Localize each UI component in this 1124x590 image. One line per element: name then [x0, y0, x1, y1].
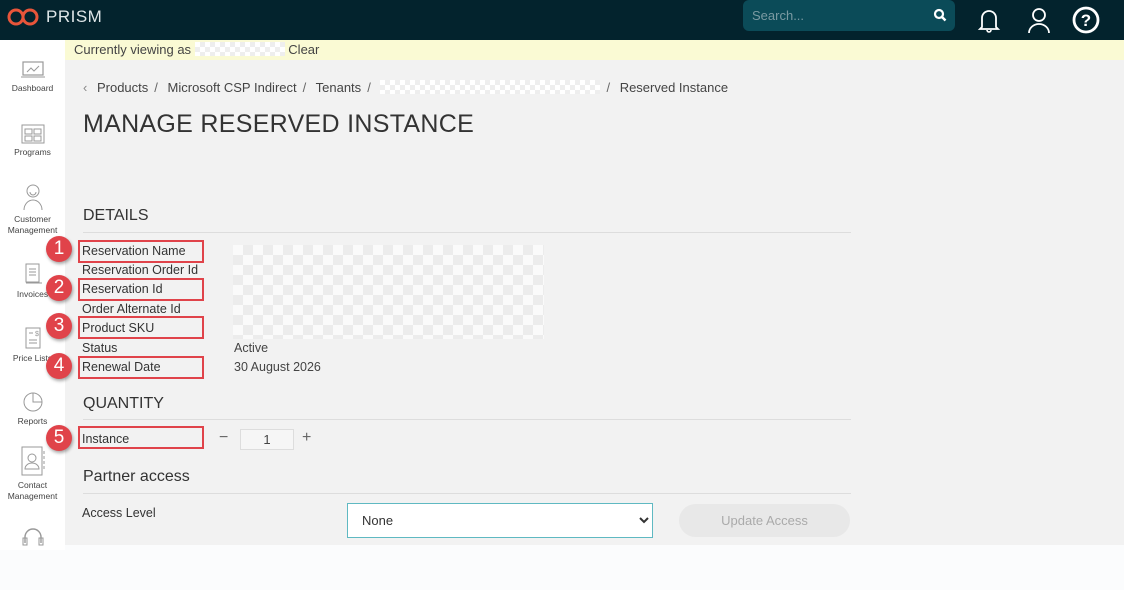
prism-logo[interactable]: PRISM	[6, 7, 102, 27]
divider	[83, 232, 851, 233]
divider	[83, 493, 851, 494]
access-level-select[interactable]: None	[347, 503, 653, 538]
svg-text:?: ?	[1081, 11, 1091, 30]
sidebar-item-support[interactable]	[0, 525, 65, 550]
label-status: Status	[82, 341, 118, 355]
label-order-alternate-id: Order Alternate Id	[82, 302, 181, 316]
breadcrumb-products[interactable]: Products	[97, 80, 148, 95]
quantity-heading: QUANTITY	[83, 395, 164, 412]
sidebar-item-reports[interactable]: Reports	[0, 391, 65, 427]
person-smile-icon	[23, 184, 42, 211]
sidebar-item-programs[interactable]: Programs	[0, 124, 65, 158]
annotation-marker-2: 2	[46, 275, 72, 301]
renewal-date-value: 30 August 2026	[234, 360, 321, 374]
breadcrumb: ‹ Products / Microsoft CSP Indirect / Tena…	[83, 80, 729, 95]
annotation-marker-1: 1	[46, 236, 72, 262]
breadcrumb-current: Reserved Instance	[619, 80, 729, 95]
annotation-marker-5: 5	[46, 425, 72, 451]
redacted-values	[233, 245, 544, 339]
breadcrumb-microsoft-csp[interactable]: Microsoft CSP Indirect	[168, 80, 297, 95]
bell-icon[interactable]	[977, 6, 1001, 34]
annotation-marker-4: 4	[46, 353, 72, 379]
page-title: MANAGE RESERVED INSTANCE	[83, 110, 475, 138]
contact-book-icon	[21, 446, 44, 476]
svg-text:$: $	[35, 331, 39, 338]
annotation-marker-3: 3	[46, 313, 72, 339]
price-list-icon: $	[25, 327, 40, 349]
help-icon[interactable]: ?	[1072, 6, 1100, 34]
pie-chart-icon	[23, 392, 42, 412]
annotation-box-2	[78, 278, 204, 301]
logo-icon	[7, 8, 39, 26]
decrement-button[interactable]: −	[219, 429, 228, 447]
search-input[interactable]	[752, 8, 922, 23]
partner-access-heading: Partner access	[83, 468, 190, 485]
increment-button[interactable]: +	[302, 429, 311, 447]
chart-monitor-icon	[20, 61, 45, 78]
sidebar-item-dashboard[interactable]: Dashboard	[0, 60, 65, 94]
search-icon[interactable]	[933, 8, 947, 22]
redacted-user	[194, 42, 285, 56]
search-box[interactable]	[743, 0, 955, 31]
document-icon	[25, 263, 42, 284]
user-icon[interactable]	[1027, 6, 1051, 34]
app-name: PRISM	[46, 7, 103, 26]
details-heading: DETAILS	[83, 207, 149, 224]
viewing-as-banner: Currently viewing as Clear	[65, 40, 1124, 60]
annotation-box-3	[78, 316, 204, 339]
main-content: ‹ Products / Microsoft CSP Indirect / Tena…	[65, 60, 1124, 545]
sidebar-item-contact-management[interactable]: Contact Management	[0, 445, 65, 502]
label-access-level: Access Level	[82, 506, 156, 520]
sidebar-item-customer-management[interactable]: Customer Management	[0, 183, 65, 236]
headset-icon	[22, 528, 43, 546]
annotation-box-4	[78, 356, 204, 379]
quantity-input[interactable]: 1	[240, 429, 294, 450]
annotation-box-5	[78, 426, 204, 449]
breadcrumb-tenants[interactable]: Tenants	[316, 80, 362, 95]
top-bar: PRISM ?	[0, 0, 1124, 40]
grid-icon	[21, 124, 44, 144]
breadcrumb-redacted-tenant[interactable]	[380, 80, 601, 94]
update-access-button[interactable]: Update Access	[679, 504, 850, 537]
label-reservation-order-id: Reservation Order Id	[82, 263, 199, 277]
divider	[83, 419, 851, 420]
back-chevron-icon[interactable]: ‹	[83, 80, 87, 95]
annotation-box-1	[78, 240, 204, 263]
status-value: Active	[234, 341, 269, 355]
clear-link[interactable]: Clear	[288, 42, 319, 57]
